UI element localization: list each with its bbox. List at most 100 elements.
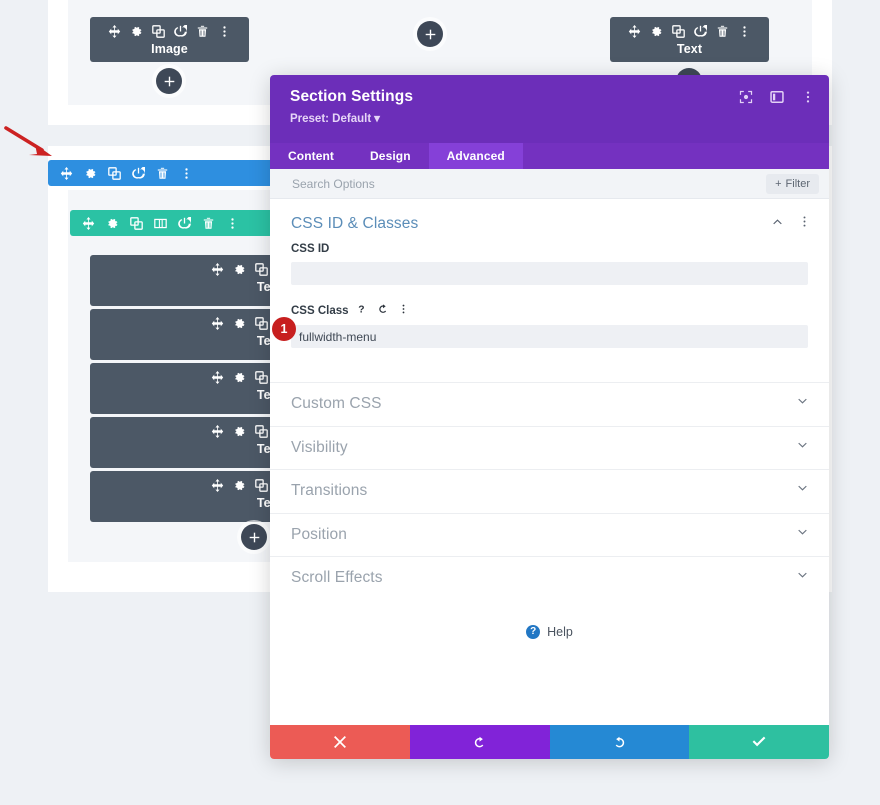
- accordion-scroll-effects[interactable]: Scroll Effects: [270, 556, 829, 600]
- gear-icon[interactable]: [106, 217, 119, 230]
- filter-button-label: Filter: [785, 177, 810, 190]
- duplicate-icon[interactable]: [108, 166, 121, 180]
- duplicate-icon[interactable]: [255, 317, 268, 330]
- gear-icon[interactable]: [233, 425, 246, 438]
- module-text-top[interactable]: Text: [610, 17, 769, 62]
- help-link[interactable]: ? Help: [270, 600, 829, 639]
- duplicate-icon[interactable]: [255, 371, 268, 384]
- step-badge-1: 1: [272, 317, 296, 341]
- move-icon[interactable]: [628, 25, 641, 38]
- duplicate-icon[interactable]: [672, 25, 685, 38]
- field-css-id: CSS ID: [270, 243, 829, 285]
- power-icon[interactable]: [132, 166, 145, 180]
- search-input[interactable]: [290, 175, 767, 192]
- row-toolbar[interactable]: [70, 210, 288, 236]
- css-class-label-text: CSS Class: [291, 304, 349, 317]
- move-icon[interactable]: [60, 166, 73, 180]
- chevron-up-icon[interactable]: [771, 215, 784, 233]
- chevron-down-icon[interactable]: [796, 439, 809, 457]
- more-vertical-icon[interactable]: [801, 90, 815, 104]
- trash-icon[interactable]: [716, 25, 729, 38]
- move-icon[interactable]: [211, 371, 224, 384]
- css-id-input[interactable]: [291, 262, 808, 285]
- duplicate-icon[interactable]: [255, 479, 268, 492]
- move-icon[interactable]: [211, 317, 224, 330]
- chevron-down-icon[interactable]: [796, 395, 809, 413]
- gear-icon[interactable]: [130, 25, 143, 38]
- tab-design[interactable]: Design: [352, 143, 429, 169]
- section-toolbar[interactable]: [48, 160, 288, 186]
- fullscreen-icon[interactable]: [739, 90, 753, 104]
- plus-icon: +: [775, 177, 782, 190]
- redo-button[interactable]: [549, 725, 690, 759]
- accordion-title: Visibility: [291, 438, 348, 456]
- accordion-title: Position: [291, 525, 347, 543]
- duplicate-icon[interactable]: [255, 425, 268, 438]
- accordion-transitions[interactable]: Transitions: [270, 469, 829, 513]
- module-toolbar[interactable]: [90, 17, 249, 38]
- preset-caret-icon[interactable]: ▾: [374, 113, 380, 125]
- modal-header: Section Settings Preset: Default ▾: [270, 75, 829, 143]
- trash-icon[interactable]: [202, 217, 215, 230]
- field-css-class: CSS Class ? 1: [270, 303, 829, 348]
- gear-icon[interactable]: [233, 317, 246, 330]
- accordion-visibility[interactable]: Visibility: [270, 425, 829, 470]
- help-icon: ?: [526, 624, 541, 639]
- trash-icon[interactable]: [196, 25, 209, 38]
- move-icon[interactable]: [211, 263, 224, 276]
- css-class-label: CSS Class ?: [291, 303, 808, 318]
- chevron-down-icon[interactable]: [796, 482, 809, 500]
- more-vertical-icon[interactable]: [180, 167, 193, 180]
- chevron-down-icon[interactable]: [796, 526, 809, 544]
- help-icon[interactable]: ?: [357, 303, 368, 318]
- move-icon[interactable]: [108, 25, 121, 38]
- cancel-button[interactable]: [270, 725, 410, 759]
- move-icon[interactable]: [211, 425, 224, 438]
- accordion-css-id-classes-header[interactable]: CSS ID & Classes: [270, 199, 829, 243]
- modal-body: CSS ID & Classes CSS ID CSS Class ? 1 fu…: [270, 199, 829, 725]
- add-module-button[interactable]: [156, 68, 182, 94]
- modal-footer: [270, 725, 829, 759]
- power-icon[interactable]: [178, 216, 191, 230]
- tab-advanced[interactable]: Advanced: [428, 143, 523, 169]
- power-icon[interactable]: [174, 25, 187, 38]
- preset-selector[interactable]: Preset: Default ▾: [290, 111, 811, 125]
- add-section-button[interactable]: [417, 21, 443, 47]
- accordion-position[interactable]: Position: [270, 512, 829, 557]
- accordion-title: Scroll Effects: [291, 569, 383, 587]
- chevron-down-icon[interactable]: [796, 569, 809, 587]
- add-module-button-bottom[interactable]: [241, 524, 267, 550]
- gear-icon[interactable]: [650, 25, 663, 38]
- accordion-custom-css[interactable]: Custom CSS: [270, 382, 829, 426]
- duplicate-icon[interactable]: [130, 216, 143, 230]
- module-toolbar[interactable]: [610, 17, 769, 38]
- layout-panel-icon[interactable]: [770, 90, 784, 104]
- duplicate-icon[interactable]: [255, 263, 268, 276]
- module-image[interactable]: Image: [90, 17, 249, 62]
- gear-icon[interactable]: [84, 167, 97, 180]
- more-vertical-icon[interactable]: [226, 217, 239, 230]
- filter-button[interactable]: + Filter: [766, 173, 819, 194]
- columns-icon[interactable]: [154, 217, 167, 230]
- duplicate-icon[interactable]: [152, 25, 165, 38]
- accordion-controls: [771, 215, 811, 233]
- power-icon[interactable]: [694, 25, 707, 38]
- move-icon[interactable]: [82, 216, 95, 230]
- undo-button[interactable]: [409, 725, 550, 759]
- section-settings-modal: Section Settings Preset: Default ▾ Conte…: [270, 75, 829, 759]
- tab-content[interactable]: Content: [270, 143, 352, 169]
- modal-title: Section Settings: [290, 88, 414, 105]
- save-button[interactable]: [689, 725, 829, 759]
- gear-icon[interactable]: [233, 371, 246, 384]
- more-vertical-icon[interactable]: [738, 25, 751, 38]
- more-vertical-icon[interactable]: [798, 215, 811, 233]
- gear-icon[interactable]: [233, 263, 246, 276]
- more-vertical-icon[interactable]: [398, 303, 409, 318]
- more-vertical-icon[interactable]: [218, 25, 231, 38]
- reset-icon[interactable]: [377, 303, 389, 318]
- trash-icon[interactable]: [156, 167, 169, 180]
- move-icon[interactable]: [211, 479, 224, 492]
- css-class-input[interactable]: [291, 325, 808, 348]
- gear-icon[interactable]: [233, 479, 246, 492]
